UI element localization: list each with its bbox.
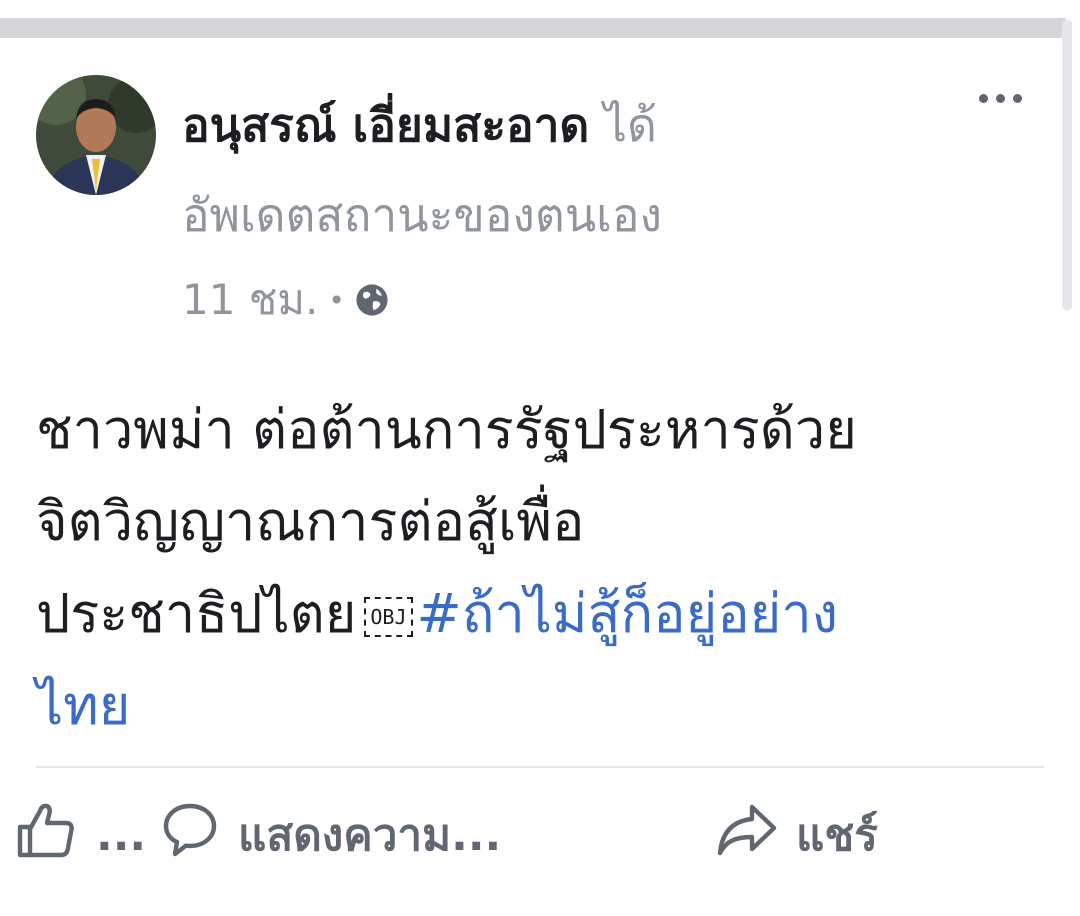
post-text-line-with-hashtag: ประชาธิปไตย OBJ #ถ้าไม่สู้ก็อยู่อย่าง: [36, 568, 1046, 660]
post-meta: 11 ชม. •: [182, 270, 389, 330]
post-action-bar: ... แสดงความ... แชร์: [0, 790, 1080, 880]
share-arrow-icon: [716, 801, 778, 870]
post-text-segment: ประชาธิปไตย: [36, 582, 357, 645]
globe-icon[interactable]: [355, 283, 389, 317]
comment-bubble-icon: [160, 800, 220, 871]
post-header: อนุสรณ์ เอี่ยมสะอาด ได้: [182, 90, 942, 160]
post-body: ชาวพม่า ต่อต้านการรัฐประหารด้วย จิตวิญญา…: [36, 384, 1046, 752]
comment-label: แสดงความ...: [238, 810, 502, 861]
more-dot: [978, 93, 988, 103]
action-text: ได้: [603, 98, 657, 152]
feed-post-view: อนุสรณ์ เอี่ยมสะอาด ได้ อัพเดตสถานะของตน…: [0, 0, 1080, 916]
hashtag-link-continued[interactable]: ไทย: [36, 660, 1046, 752]
feed-separator: [0, 18, 1066, 38]
hashtag-link[interactable]: #ถ้าไม่สู้ก็อยู่อย่าง: [417, 582, 839, 645]
meta-separator: •: [328, 283, 345, 317]
avatar[interactable]: [36, 75, 156, 195]
divider: [36, 766, 1044, 768]
like-button[interactable]: ...: [16, 790, 146, 880]
author-name[interactable]: อนุสรณ์ เอี่ยมสะอาด: [182, 98, 589, 152]
object-placeholder-box: OBJ: [364, 597, 413, 638]
like-label: ...: [96, 809, 147, 861]
share-button[interactable]: แชร์: [716, 790, 878, 880]
post-text-line: ชาวพม่า ต่อต้านการรัฐประหารด้วย: [36, 398, 857, 461]
comment-button[interactable]: แสดงความ...: [160, 790, 501, 880]
timestamp[interactable]: 11 ชม.: [182, 267, 318, 333]
action-text-continued: อัพเดตสถานะของตนเอง: [182, 188, 662, 242]
post-text-line: จิตวิญญาณการต่อสู้เพื่อ: [36, 490, 585, 553]
thumbs-up-icon: [16, 801, 78, 870]
more-options-button[interactable]: [968, 78, 1032, 118]
scrollbar[interactable]: [1062, 20, 1072, 310]
more-dot: [995, 93, 1005, 103]
more-dot: [1012, 93, 1022, 103]
share-label: แชร์: [796, 810, 878, 861]
